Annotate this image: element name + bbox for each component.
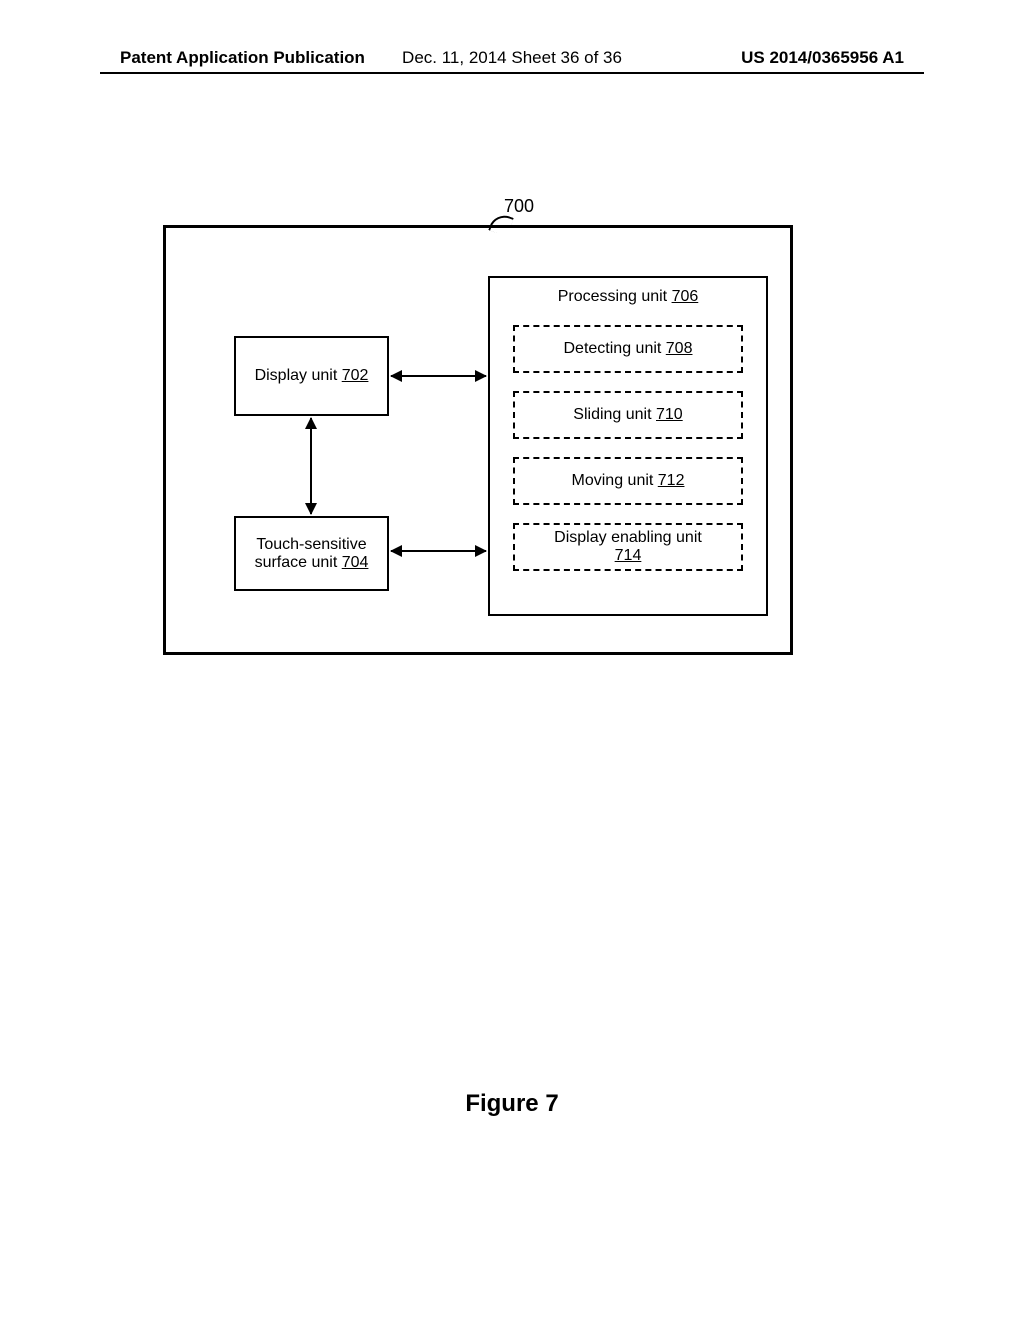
sliding-unit-box: Sliding unit 710 <box>513 391 743 439</box>
display-unit-box: Display unit 702 <box>234 336 389 416</box>
processing-unit-label: Processing unit <box>558 288 672 305</box>
display-unit-label: Display unit <box>255 367 342 384</box>
moving-unit-ref: 712 <box>658 472 685 489</box>
page-header: Patent Application Publication Dec. 11, … <box>0 48 1024 68</box>
processing-unit-ref: 706 <box>672 288 699 305</box>
touch-unit-label-line1: Touch-sensitive <box>256 536 366 554</box>
diagram-outer-box: 700 Display unit 702 Touch-sensitive sur… <box>163 225 793 655</box>
display-enabling-unit-label: Display enabling unit <box>554 529 702 547</box>
touch-unit-ref: 704 <box>342 554 369 571</box>
moving-unit-label: Moving unit <box>572 472 658 489</box>
touch-unit-box: Touch-sensitive surface unit 704 <box>234 516 389 591</box>
arrow-display-to-touch-line <box>310 418 312 514</box>
display-unit-ref: 702 <box>342 367 369 384</box>
processing-unit-box: Processing unit 706 Detecting unit 708 S… <box>488 276 768 616</box>
arrow-display-head-left <box>390 370 402 382</box>
header-center: Dec. 11, 2014 Sheet 36 of 36 <box>402 48 622 68</box>
display-enabling-unit-ref: 714 <box>615 547 642 565</box>
detecting-unit-ref: 708 <box>666 340 693 357</box>
sliding-unit-ref: 710 <box>656 406 683 423</box>
arrow-display-head-right <box>475 370 487 382</box>
arrow-touch-head-right <box>475 545 487 557</box>
sliding-unit-label: Sliding unit <box>573 406 656 423</box>
detecting-unit-box: Detecting unit 708 <box>513 325 743 373</box>
arrow-vertical-head-down <box>305 503 317 515</box>
figure-caption: Figure 7 <box>0 1090 1024 1118</box>
arrow-touch-to-processing-line <box>391 550 486 552</box>
moving-unit-box: Moving unit 712 <box>513 457 743 505</box>
arrow-touch-head-left <box>390 545 402 557</box>
header-left: Patent Application Publication <box>120 48 365 68</box>
touch-unit-label-line2: surface unit <box>255 554 342 571</box>
reference-label-700: 700 <box>504 196 534 217</box>
arrow-display-to-processing-line <box>391 375 486 377</box>
detecting-unit-label: Detecting unit <box>564 340 666 357</box>
display-enabling-unit-box: Display enabling unit 714 <box>513 523 743 571</box>
arrow-vertical-head-up <box>305 417 317 429</box>
header-right: US 2014/0365956 A1 <box>741 48 904 68</box>
header-divider <box>100 72 924 74</box>
